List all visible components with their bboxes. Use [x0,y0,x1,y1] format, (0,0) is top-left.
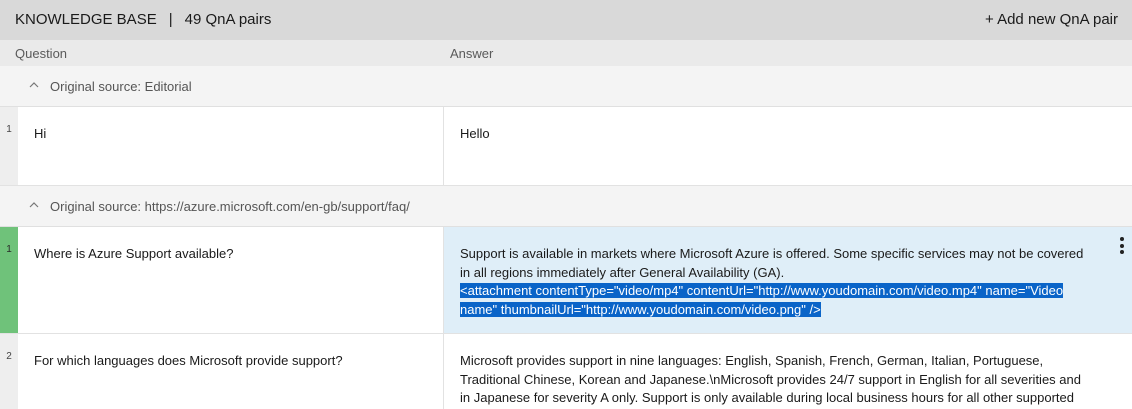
pair-count: 49 QnA pairs [184,11,272,28]
source-label: Original source: Editorial [50,79,192,94]
question-cell[interactable]: Where is Azure Support available? [18,227,444,333]
answer-selected-text[interactable]: <attachment contentType="video/mp4" cont… [460,283,1064,317]
question-cell[interactable]: For which languages does Microsoft provi… [18,334,444,409]
title-separator: | [168,11,173,28]
answer-cell-editing[interactable]: Support is available in markets where Mi… [444,227,1132,333]
chevron-up-icon[interactable] [29,200,39,210]
question-text: For which languages does Microsoft provi… [34,353,343,368]
chevron-up-icon[interactable] [29,80,39,90]
column-header: Question Answer [0,40,1132,66]
answer-text: Hello [460,126,490,141]
source-label: Original source: https://azure.microsoft… [50,199,410,214]
kb-title-label: KNOWLEDGE BASE [15,11,157,28]
answer-text: Microsoft provides support in nine langu… [460,353,1081,409]
row-number: 2 [0,334,18,409]
source-group-header[interactable]: Original source: Editorial [0,66,1132,107]
row-number: 1 [0,227,18,333]
question-column-header: Question [15,46,68,61]
top-bar: KNOWLEDGE BASE | 49 QnA pairs + Add new Qn… [0,0,1132,40]
qna-row[interactable]: 2 For which languages does Microsoft pro… [0,334,1132,409]
kb-title: KNOWLEDGE BASE | 49 QnA pairs [15,11,271,28]
qna-row[interactable]: 1 Hi Hello [0,107,1132,186]
row-number: 1 [0,107,18,185]
question-text: Hi [34,126,47,141]
answer-cell[interactable]: Hello [444,107,1132,185]
qna-row-selected[interactable]: 1 Where is Azure Support available? Supp… [0,227,1132,334]
question-text: Where is Azure Support available? [34,246,234,261]
source-group-header[interactable]: Original source: https://azure.microsoft… [0,186,1132,227]
answer-cell[interactable]: Microsoft provides support in nine langu… [444,334,1132,409]
question-cell[interactable]: Hi [18,107,444,185]
answer-text[interactable]: Support is available in markets where Mi… [460,246,1083,280]
answer-column-header: Answer [450,46,494,61]
add-qna-pair-button[interactable]: + Add new QnA pair [985,11,1118,28]
more-options-icon[interactable] [1119,237,1125,257]
